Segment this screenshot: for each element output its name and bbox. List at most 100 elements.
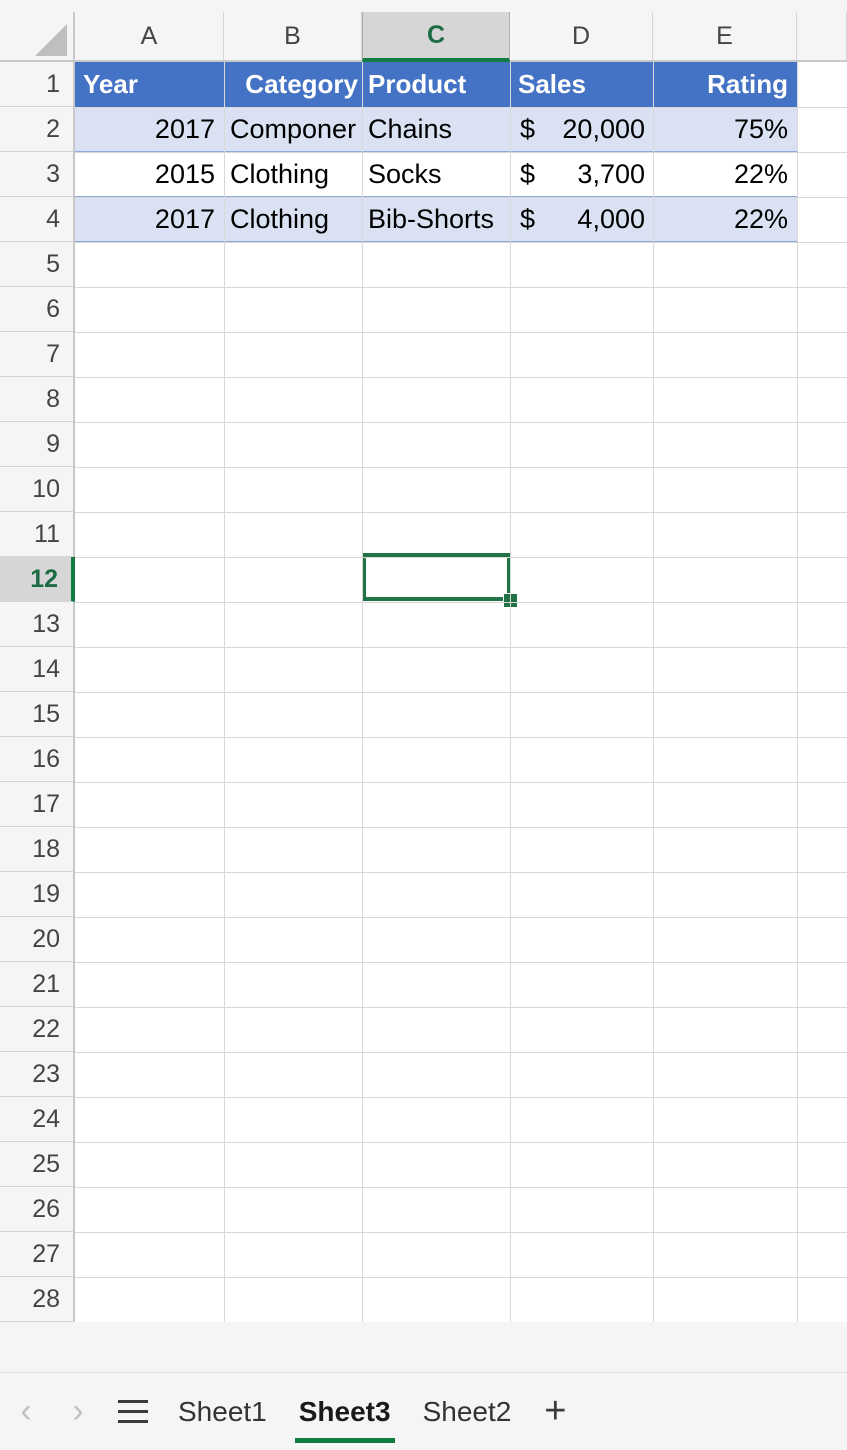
gridline-horizontal: [75, 152, 847, 153]
currency-symbol: $: [520, 113, 536, 144]
column-header-e[interactable]: E: [653, 12, 797, 60]
sheet-tab-sheet3[interactable]: Sheet3: [283, 1373, 407, 1450]
row-header-23[interactable]: 23: [0, 1052, 73, 1097]
cell-year[interactable]: 2015: [75, 152, 224, 197]
row-header-16[interactable]: 16: [0, 737, 73, 782]
horizontal-scroll-zone: [0, 1322, 847, 1372]
row-header-12[interactable]: 12: [0, 557, 75, 602]
gridline-horizontal: [75, 737, 847, 738]
gridline-horizontal: [75, 692, 847, 693]
chevron-right-icon[interactable]: ›: [52, 1373, 104, 1450]
gridline-horizontal: [75, 827, 847, 828]
row-header-7[interactable]: 7: [0, 332, 73, 377]
column-header-c[interactable]: C: [362, 12, 510, 62]
gridline-horizontal: [75, 647, 847, 648]
column-header-category: Category: [245, 69, 358, 99]
row-header-1[interactable]: 1: [0, 62, 73, 107]
cell-rating[interactable]: 22%: [653, 152, 797, 197]
sheet-tab-sheet1[interactable]: Sheet1: [162, 1373, 283, 1450]
row-header-25[interactable]: 25: [0, 1142, 73, 1187]
active-cell-selection[interactable]: [362, 553, 511, 601]
row-header-18[interactable]: 18: [0, 827, 73, 872]
cell-sales[interactable]: $ 20,000: [510, 107, 653, 152]
gridline-horizontal: [75, 1187, 847, 1188]
gridline-horizontal: [75, 377, 847, 378]
column-header-a[interactable]: A: [75, 12, 224, 60]
cell-product[interactable]: Chains: [362, 107, 510, 152]
row-header-13[interactable]: 13: [0, 602, 73, 647]
gridline-vertical: [510, 62, 511, 1322]
gridline-horizontal: [75, 917, 847, 918]
row-header-14[interactable]: 14: [0, 647, 73, 692]
row-header-4[interactable]: 4: [0, 197, 73, 242]
row-header-26[interactable]: 26: [0, 1187, 73, 1232]
sales-amount: 20,000: [562, 113, 645, 144]
sales-amount: 4,000: [577, 203, 645, 234]
sales-amount: 3,700: [577, 158, 645, 189]
row-header-15[interactable]: 15: [0, 692, 73, 737]
cell-grid[interactable]: Year Category Product Sales Rating 2017 …: [75, 62, 847, 1322]
cell-rating[interactable]: 22%: [653, 197, 797, 242]
gridline-horizontal: [75, 782, 847, 783]
row-header-20[interactable]: 20: [0, 917, 73, 962]
row-header-8[interactable]: 8: [0, 377, 73, 422]
gridline-vertical: [653, 62, 654, 1322]
column-header-rating: Rating: [707, 69, 788, 99]
cell-category[interactable]: Clothing: [224, 197, 362, 242]
row-header-5[interactable]: 5: [0, 242, 73, 287]
add-sheet-button[interactable]: +: [527, 1373, 583, 1450]
gridline-horizontal: [75, 872, 847, 873]
select-all-button[interactable]: [0, 12, 75, 62]
row-header-10[interactable]: 10: [0, 467, 73, 512]
row-header-28[interactable]: 28: [0, 1277, 73, 1322]
gridline-horizontal: [75, 287, 847, 288]
gridline-vertical: [362, 62, 363, 1322]
table-row[interactable]: 2017 Componer Chains $ 20,000 75%: [75, 107, 797, 152]
row-header-24[interactable]: 24: [0, 1097, 73, 1142]
gridline-horizontal: [75, 1007, 847, 1008]
row-header-11[interactable]: 11: [0, 512, 73, 557]
column-header-product: Product: [368, 69, 467, 99]
cell-sales[interactable]: $ 3,700: [510, 152, 653, 197]
sheet-tab-bar: ‹ › Sheet1 Sheet3 Sheet2 +: [0, 1372, 847, 1450]
column-header-d[interactable]: D: [510, 12, 653, 60]
gridline-horizontal: [75, 197, 847, 198]
cell-category[interactable]: Clothing: [224, 152, 362, 197]
sheet-tab-sheet2[interactable]: Sheet2: [407, 1373, 528, 1450]
gridline-horizontal: [75, 422, 847, 423]
cell-year[interactable]: 2017: [75, 197, 224, 242]
row-header-column: 1 2 3 4 5 6 7 8 9 10 11 12 13 14 15 16 17 18 19 20 21 22 23 24 2…: [0, 62, 75, 1322]
row-header-2[interactable]: 2: [0, 107, 73, 152]
spreadsheet-window: ABCDE 1 2 3 4 5 6 7 8 9 10 11 12 13 14 15 16 17 18 19 20 21 2…: [0, 0, 847, 1450]
row-header-9[interactable]: 9: [0, 422, 73, 467]
row-header-17[interactable]: 17: [0, 782, 73, 827]
cell-sales[interactable]: $ 4,000: [510, 197, 653, 242]
chevron-left-icon[interactable]: ‹: [0, 1373, 52, 1450]
row-header-27[interactable]: 27: [0, 1232, 73, 1277]
row-header-21[interactable]: 21: [0, 962, 73, 1007]
column-header-f[interactable]: [797, 12, 847, 60]
column-header-b[interactable]: B: [224, 12, 362, 60]
row-header-19[interactable]: 19: [0, 872, 73, 917]
gridline-horizontal: [75, 1052, 847, 1053]
hamburger-icon[interactable]: [104, 1373, 162, 1450]
cell-product[interactable]: Socks: [362, 152, 510, 197]
cell-rating[interactable]: 75%: [653, 107, 797, 152]
gridline-horizontal: [75, 332, 847, 333]
cell-category[interactable]: Componer: [224, 107, 362, 152]
row-header-6[interactable]: 6: [0, 287, 73, 332]
column-header-band: ABCDE: [75, 12, 847, 62]
table-header-row: Year Category Product Sales Rating: [75, 62, 797, 107]
column-header-year: Year: [83, 69, 138, 99]
cell-year[interactable]: 2017: [75, 107, 224, 152]
gridline-horizontal: [75, 962, 847, 963]
cell-product[interactable]: Bib-Shorts: [362, 197, 510, 242]
row-header-3[interactable]: 3: [0, 152, 73, 197]
table-row[interactable]: 2015 Clothing Socks $ 3,700 22%: [75, 152, 797, 197]
currency-symbol: $: [520, 203, 536, 234]
currency-symbol: $: [520, 158, 536, 189]
table-row[interactable]: 2017 Clothing Bib-Shorts $ 4,000 22%: [75, 197, 797, 242]
column-header-sales: Sales: [518, 69, 586, 99]
gridline-horizontal: [75, 557, 847, 558]
row-header-22[interactable]: 22: [0, 1007, 73, 1052]
